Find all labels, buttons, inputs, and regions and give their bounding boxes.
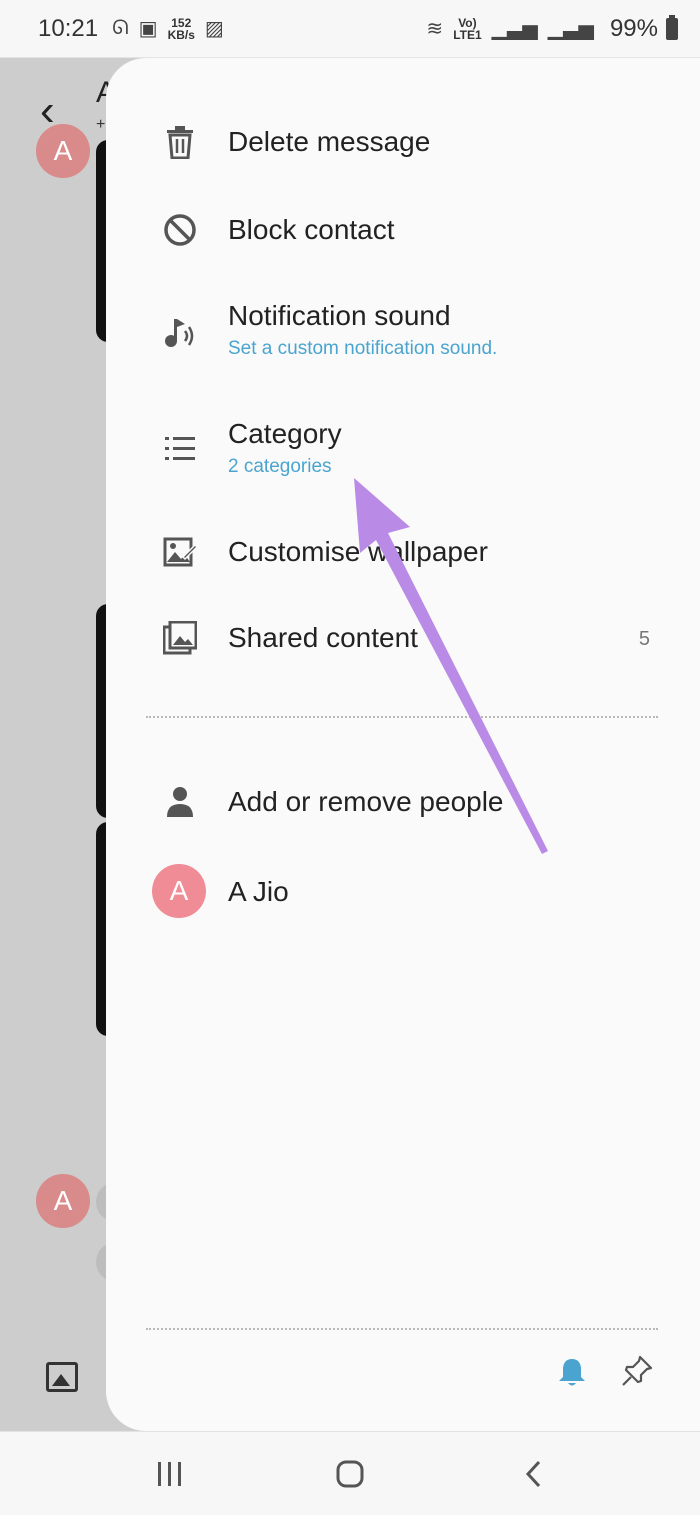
- block-icon: [162, 212, 198, 248]
- menu-text: Delete message: [228, 126, 430, 158]
- trash-icon: [162, 124, 198, 160]
- menu-item-category[interactable]: Category 2 categories: [106, 416, 700, 492]
- menu-label: Notification sound: [228, 300, 451, 331]
- menu-text: Category 2 categories: [228, 418, 342, 478]
- sim-icon: ▣: [138, 18, 158, 40]
- navigation-bar: [0, 1431, 700, 1515]
- list-icon: [162, 430, 198, 466]
- avatar: A: [36, 1174, 90, 1228]
- pin-icon[interactable]: [620, 1354, 654, 1388]
- contact-name: A Jio: [228, 876, 289, 907]
- signal-icon-2: ▁▃▅: [547, 18, 594, 40]
- menu-item-block-contact[interactable]: Block contact: [106, 204, 700, 264]
- menu-label: Shared content: [228, 622, 418, 653]
- menu-sublabel: 2 categories: [228, 456, 332, 477]
- menu-text: Notification sound Set a custom notifica…: [228, 300, 497, 360]
- section-divider: [146, 716, 658, 718]
- net-speed: 152 KB/s: [167, 15, 195, 42]
- menu-label: Block contact: [228, 214, 395, 245]
- volte-indicator: Vo) LTE1: [453, 15, 482, 42]
- back-button[interactable]: [514, 1458, 554, 1490]
- conversation-subtitle: +: [96, 116, 106, 133]
- menu-text: Shared content: [228, 622, 418, 654]
- airtel-icon: ᘏ: [112, 17, 129, 39]
- recent-apps-button[interactable]: [150, 1458, 190, 1490]
- menu-text: Block contact: [228, 214, 395, 246]
- bell-icon[interactable]: [556, 1356, 588, 1388]
- status-bar: 10:21 ᘏ ▣ 152 KB/s ▨ ≋ Vo) LTE1 ▁▃▅ ▁▃▅ …: [0, 0, 700, 58]
- gallery-icon: [162, 620, 198, 656]
- music-note-icon: [162, 314, 198, 350]
- menu-item-customise-wallpaper[interactable]: Customise wallpaper: [106, 528, 700, 588]
- shared-content-count: 5: [638, 628, 650, 650]
- battery-icon: [666, 14, 678, 40]
- contact-row[interactable]: A A Jio: [106, 864, 700, 924]
- menu-text: A Jio: [228, 876, 289, 908]
- conversation-options-drawer: Delete message Block contact Notificatio…: [106, 58, 700, 1431]
- menu-item-delete-message[interactable]: Delete message: [106, 118, 700, 178]
- image-notification-icon: ▨: [204, 18, 224, 40]
- menu-item-add-remove-people[interactable]: Add or remove people: [106, 778, 700, 838]
- battery-percent: 99%: [609, 14, 658, 42]
- menu-item-shared-content[interactable]: Shared content 5: [106, 614, 700, 674]
- menu-label: Delete message: [228, 126, 431, 157]
- menu-item-notification-sound[interactable]: Notification sound Set a custom notifica…: [106, 298, 700, 374]
- avatar: A: [36, 124, 90, 178]
- menu-text: Add or remove people: [228, 786, 504, 818]
- section-divider: [146, 1328, 658, 1330]
- home-button[interactable]: [330, 1458, 370, 1490]
- person-icon: [162, 784, 198, 820]
- status-time: 10:21: [38, 14, 99, 42]
- menu-text: Customise wallpaper: [228, 536, 488, 568]
- gallery-icon[interactable]: [46, 1362, 78, 1392]
- menu-label: Add or remove people: [228, 786, 504, 817]
- menu-label: Customise wallpaper: [228, 536, 488, 567]
- wifi-icon: ≋: [426, 18, 444, 40]
- avatar: A: [152, 864, 206, 918]
- menu-sublabel: Set a custom notification sound.: [228, 338, 498, 359]
- signal-icon-1: ▁▃▅: [491, 18, 538, 40]
- wallpaper-edit-icon: [162, 534, 198, 570]
- menu-label: Category: [228, 418, 342, 449]
